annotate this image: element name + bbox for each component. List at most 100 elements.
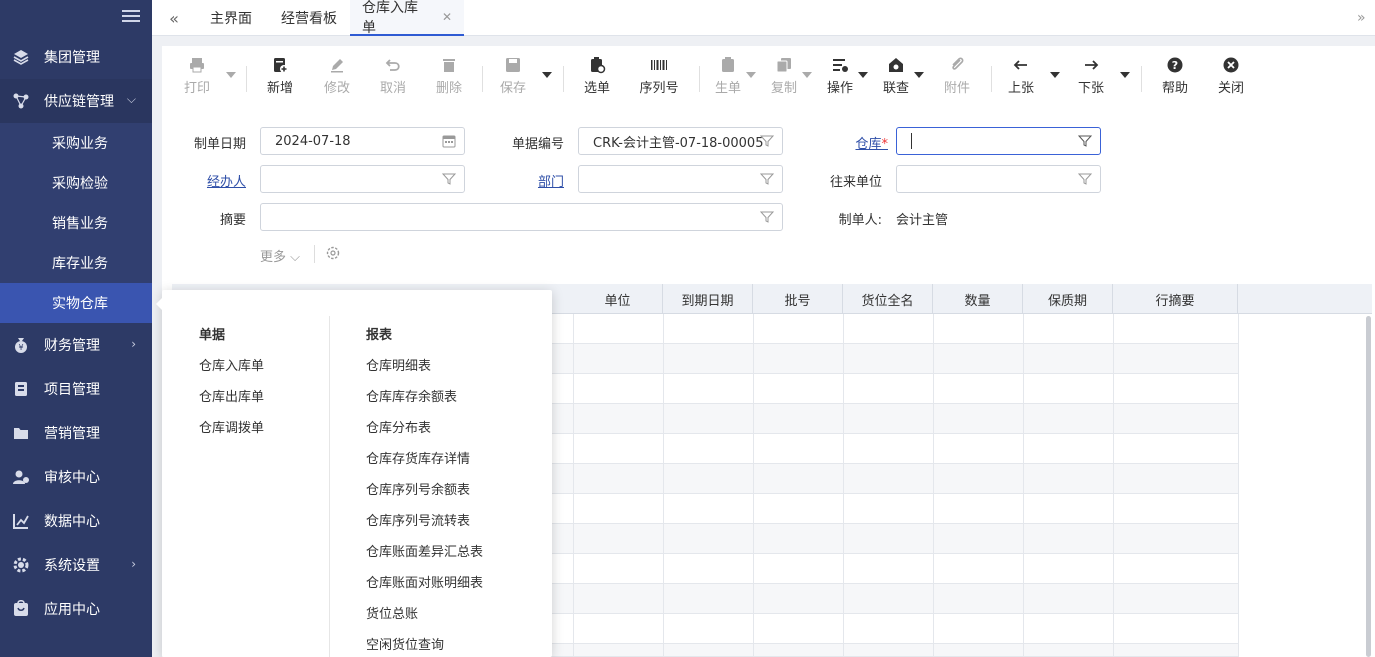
more-toggle[interactable]: 更多 ⌵ (260, 246, 300, 265)
sidebar-sub-physical-warehouse[interactable]: 实物仓库 (0, 283, 152, 323)
menu-item-report[interactable]: 空闲货位查询 (366, 634, 444, 653)
sidebar-item-group[interactable]: 集团管理 (0, 35, 152, 79)
sidebar-item-audit[interactable]: 审核中心 (0, 455, 152, 499)
filter-icon[interactable] (759, 210, 775, 224)
menu-item-inbound[interactable]: 仓库入库单 (199, 355, 264, 374)
menu-collapse-icon[interactable] (122, 10, 140, 26)
chevron-right-icon: › (131, 557, 136, 571)
close-button[interactable]: 关闭 (1216, 56, 1246, 100)
serial-number-button[interactable]: 序列号 (638, 56, 680, 100)
menu-item-transfer[interactable]: 仓库调拨单 (199, 417, 264, 436)
tab-home[interactable]: 主界面 (198, 0, 264, 36)
summary-input[interactable] (260, 203, 783, 231)
grid-header-expiry[interactable]: 到期日期 (663, 284, 753, 314)
caret-down-icon[interactable] (802, 72, 812, 78)
divider (314, 245, 315, 263)
date-input[interactable]: 2024-07-18 (260, 127, 465, 155)
copy-button[interactable]: 复制 (769, 56, 799, 100)
grid-col-line (573, 314, 574, 657)
filter-icon[interactable] (759, 134, 775, 148)
docs-section-title: 单据 (199, 328, 226, 343)
sidebar-sub-sales[interactable]: 销售业务 (0, 203, 152, 243)
menu-item-outbound[interactable]: 仓库出库单 (199, 386, 264, 405)
handler-input[interactable] (260, 165, 465, 193)
prev-record-button[interactable]: 上张 (1006, 56, 1036, 100)
double-chevron-left-icon[interactable]: « (152, 0, 196, 36)
sidebar-item-marketing[interactable]: 营销管理 (0, 411, 152, 455)
save-button[interactable]: 保存 (498, 56, 528, 100)
grid-header-shelf-life[interactable]: 保质期 (1023, 284, 1113, 314)
copy-icon (775, 56, 793, 74)
delete-button[interactable]: 删除 (434, 56, 464, 100)
menu-item-report[interactable]: 仓库序列号流转表 (366, 510, 470, 529)
grid-header-unit[interactable]: 单位 (573, 284, 663, 314)
filter-icon[interactable] (1077, 172, 1093, 186)
menu-item-report[interactable]: 仓库账面对账明细表 (366, 572, 483, 591)
close-icon[interactable]: ✕ (442, 10, 452, 24)
warehouse-label[interactable]: 仓库* (804, 133, 888, 152)
department-label[interactable]: 部门 (480, 171, 564, 190)
grid-header-line-memo[interactable]: 行摘要 (1113, 284, 1238, 314)
grid-header-quantity[interactable]: 数量 (933, 284, 1023, 314)
caret-down-icon[interactable] (226, 72, 236, 78)
caret-down-icon[interactable] (1120, 72, 1130, 78)
attachment-button[interactable]: 附件 (942, 56, 972, 100)
toolbar: 打印 新增 修改 取消 删除 保存 选单 序列号 生单 复制 操作 联查 附件 … (162, 56, 1375, 100)
caret-down-icon[interactable] (746, 72, 756, 78)
tab-dashboard[interactable]: 经营看板 (269, 0, 349, 36)
sidebar-item-finance[interactable]: ¥ 财务管理 › (0, 323, 152, 367)
handler-label[interactable]: 经办人 (162, 171, 246, 190)
help-button[interactable]: ? 帮助 (1160, 56, 1190, 100)
menu-item-report[interactable]: 仓库明细表 (366, 355, 431, 374)
menu-item-report[interactable]: 仓库账面差异汇总表 (366, 541, 483, 560)
tab-label: 经营看板 (281, 11, 337, 27)
sidebar-sub-purchase[interactable]: 采购业务 (0, 123, 152, 163)
settings-gear-icon[interactable] (325, 245, 341, 265)
sidebar-item-label: 集团管理 (44, 50, 100, 66)
caret-down-icon[interactable] (914, 72, 924, 78)
sidebar-item-data[interactable]: 数据中心 (0, 499, 152, 543)
sidebar-item-settings[interactable]: 系统设置 › (0, 543, 152, 587)
print-button[interactable]: 打印 (182, 56, 212, 100)
grid-header-location[interactable]: 货位全名 (843, 284, 933, 314)
layers-icon (12, 48, 30, 66)
sidebar-item-project[interactable]: 项目管理 (0, 367, 152, 411)
delete-label: 删除 (435, 81, 462, 96)
generate-button[interactable]: 生单 (713, 56, 743, 100)
next-record-button[interactable]: 下张 (1076, 56, 1106, 100)
sidebar-sub-inventory[interactable]: 库存业务 (0, 243, 152, 283)
sidebar-sub-label: 采购检验 (52, 176, 108, 192)
filter-icon[interactable] (441, 172, 457, 186)
department-input[interactable] (578, 165, 783, 193)
edit-button[interactable]: 修改 (322, 56, 352, 100)
sidebar-sub-inspection[interactable]: 采购检验 (0, 163, 152, 203)
filter-icon[interactable] (759, 172, 775, 186)
menu-item-report[interactable]: 货位总账 (366, 603, 418, 622)
operate-button[interactable]: 操作 (825, 56, 855, 100)
select-doc-button[interactable]: 选单 (582, 56, 612, 100)
double-chevron-right-icon[interactable]: » (1357, 0, 1375, 36)
caret-down-icon[interactable] (858, 72, 868, 78)
tab-warehouse-inbound[interactable]: 仓库入库单 ✕ (350, 0, 464, 36)
new-doc-icon (271, 56, 289, 74)
caret-down-icon[interactable] (542, 72, 552, 78)
caret-down-icon[interactable] (1050, 72, 1060, 78)
vertical-scrollbar[interactable] (1366, 316, 1371, 657)
partner-input[interactable] (896, 165, 1101, 193)
menu-item-report[interactable]: 仓库库存余额表 (366, 386, 457, 405)
sidebar-item-apps[interactable]: 应用中心 (0, 587, 152, 631)
chevron-down-icon: ⌵ (126, 92, 136, 106)
query-button[interactable]: 联查 (881, 56, 911, 100)
calendar-icon[interactable] (442, 134, 456, 148)
menu-item-report[interactable]: 仓库存货库存详情 (366, 448, 470, 467)
cancel-button[interactable]: 取消 (378, 56, 408, 100)
sidebar-item-supply-chain[interactable]: 供应链管理 ⌵ (0, 79, 152, 123)
doc-number-input[interactable]: CRK-会计主管-07-18-00005 (578, 127, 783, 155)
warehouse-input[interactable] (896, 127, 1101, 155)
new-button[interactable]: 新增 (265, 56, 295, 100)
sidebar-item-label: 应用中心 (44, 602, 100, 618)
menu-item-report[interactable]: 仓库分布表 (366, 417, 431, 436)
menu-item-report[interactable]: 仓库序列号余额表 (366, 479, 470, 498)
grid-header-batch[interactable]: 批号 (753, 284, 843, 314)
filter-icon[interactable] (1077, 134, 1093, 148)
